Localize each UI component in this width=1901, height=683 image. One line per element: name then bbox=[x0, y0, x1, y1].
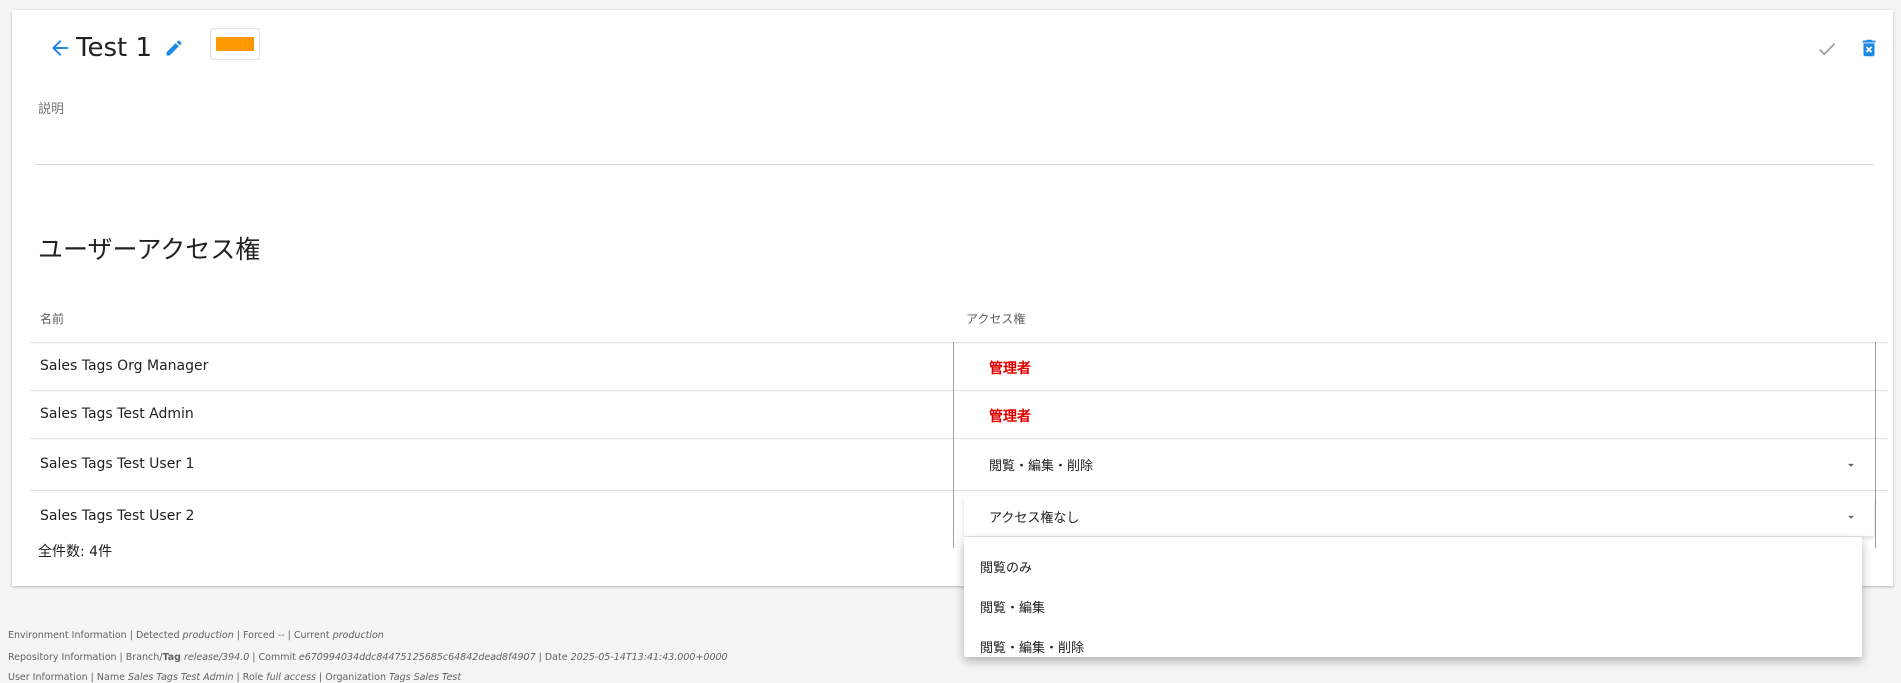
access-admin-label: 管理者 bbox=[989, 409, 1031, 425]
delete-trash-icon[interactable] bbox=[1858, 36, 1880, 60]
footer-label: Repository Information | bbox=[8, 652, 123, 663]
access-select-user-1[interactable]: 閲覧・編集・削除 bbox=[964, 444, 1874, 484]
column-header-access: アクセス権 bbox=[966, 312, 1026, 326]
footer-label: Environment Information | bbox=[8, 630, 133, 641]
footer-field-label: Branch/ bbox=[125, 652, 163, 663]
footer-value: release/394.0 bbox=[184, 652, 250, 663]
tag-color-swatch bbox=[216, 37, 254, 51]
description-label: 説明 bbox=[38, 102, 65, 117]
footer-value: Sales Tags Test Admin bbox=[127, 672, 234, 683]
table-divider bbox=[30, 390, 1888, 391]
dropdown-caret-icon bbox=[1844, 457, 1858, 471]
footer-field-label: Role bbox=[242, 672, 264, 683]
access-select-user-2[interactable]: アクセス権なし bbox=[964, 496, 1874, 536]
page-title: Test 1 bbox=[76, 33, 153, 63]
section-title: ユーザーアクセス権 bbox=[38, 235, 261, 264]
menu-option-view-edit[interactable]: 閲覧・編集 bbox=[980, 597, 1045, 616]
footer-field-label: Date bbox=[544, 652, 568, 663]
tag-detail-card: Test 1 説明 ユーザーアクセス権 名前 アクセス権 Sales Tags … bbox=[12, 10, 1893, 586]
footer-value: Tags Sales Test bbox=[389, 672, 462, 683]
table-row-name: Sales Tags Test User 1 bbox=[40, 456, 195, 472]
save-check-icon[interactable] bbox=[1816, 38, 1838, 60]
footer-value: 2025-05-14T13:41:43.000+0000 bbox=[570, 652, 728, 663]
footer-environment-info: Environment Information | Detected produ… bbox=[8, 630, 384, 641]
footer-label: User Information | bbox=[8, 672, 94, 683]
footer-field-label: Forced bbox=[243, 630, 275, 641]
edit-pencil-icon[interactable] bbox=[164, 38, 184, 58]
description-input[interactable] bbox=[36, 118, 1874, 165]
footer-user-info: User Information | Name Sales Tags Test … bbox=[8, 672, 462, 683]
dropdown-caret-icon bbox=[1844, 509, 1858, 523]
table-row-name: Sales Tags Test Admin bbox=[40, 406, 194, 422]
menu-option-view-only[interactable]: 閲覧のみ bbox=[980, 557, 1032, 576]
tag-color-picker[interactable] bbox=[210, 28, 260, 60]
footer-field-label: Commit bbox=[258, 652, 296, 663]
footer-field-label: Tag bbox=[162, 652, 181, 663]
table-divider bbox=[30, 342, 1888, 343]
footer-value: full access bbox=[266, 672, 316, 683]
footer-field-label: Current bbox=[293, 630, 330, 641]
footer-value: e670994034ddc84475125685c64842dead8f4907 bbox=[298, 652, 536, 663]
column-header-name: 名前 bbox=[40, 312, 65, 326]
access-admin-label: 管理者 bbox=[989, 361, 1031, 377]
footer-repository-info: Repository Information | Branch/Tag rele… bbox=[8, 652, 728, 663]
footer-field-label: Detected bbox=[135, 630, 180, 641]
menu-option-view-edit-delete[interactable]: 閲覧・編集・削除 bbox=[980, 637, 1084, 656]
total-count: 全件数: 4件 bbox=[38, 544, 113, 560]
footer-value: production bbox=[332, 630, 384, 641]
column-divider bbox=[1875, 342, 1876, 548]
access-select-value: 閲覧・編集・削除 bbox=[989, 459, 1094, 474]
access-select-value: アクセス権なし bbox=[989, 511, 1080, 526]
column-divider bbox=[953, 342, 954, 548]
access-options-menu: 閲覧のみ 閲覧・編集 閲覧・編集・削除 bbox=[964, 537, 1862, 657]
table-row-name: Sales Tags Test User 2 bbox=[40, 508, 195, 524]
table-row-name: Sales Tags Org Manager bbox=[40, 358, 209, 374]
table-divider bbox=[30, 490, 1888, 491]
table-divider bbox=[30, 438, 1888, 439]
footer-field-label: Organization bbox=[325, 672, 386, 683]
footer-value: -- bbox=[277, 630, 285, 641]
back-arrow-icon[interactable] bbox=[48, 36, 72, 60]
footer-field-label: Name bbox=[96, 672, 125, 683]
footer-value: production bbox=[182, 630, 234, 641]
